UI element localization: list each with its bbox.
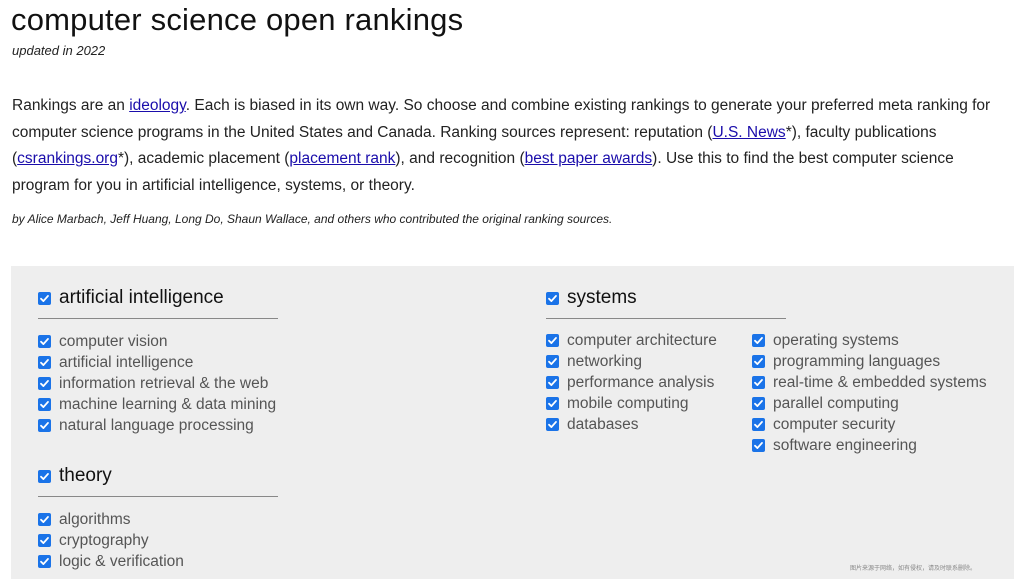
subarea-item[interactable]: artificial intelligence — [38, 352, 278, 373]
area-group-theory: theory algorithms cryptography logic & ver… — [38, 462, 278, 572]
checkbox-icon[interactable] — [38, 356, 51, 369]
subarea-item[interactable]: logic & verification — [38, 551, 278, 572]
checkbox-icon[interactable] — [546, 418, 559, 431]
checkbox-icon[interactable] — [752, 439, 765, 452]
subarea-item[interactable]: software engineering — [752, 435, 987, 456]
subarea-label: algorithms — [59, 510, 131, 528]
us-news-link[interactable]: U.S. News — [712, 124, 785, 141]
subarea-label: databases — [567, 415, 639, 433]
area-selection-panel: artificial intelligence computer vision a… — [11, 266, 1014, 579]
subarea-item[interactable]: databases — [546, 414, 717, 435]
checkbox-icon[interactable] — [752, 334, 765, 347]
subarea-label: machine learning & data mining — [59, 395, 277, 413]
checkbox-icon[interactable] — [752, 376, 765, 389]
subarea-item[interactable]: computer architecture — [546, 330, 717, 351]
subarea-label: computer security — [773, 415, 896, 433]
checkbox-icon[interactable] — [546, 376, 559, 389]
checkbox-icon[interactable] — [752, 355, 765, 368]
subarea-item[interactable]: computer security — [752, 414, 987, 435]
area-header-systems[interactable]: systems — [546, 284, 786, 319]
updated-note: updated in 2022 — [12, 43, 106, 58]
checkbox-icon[interactable] — [38, 534, 51, 547]
checkbox-icon[interactable] — [38, 377, 51, 390]
subarea-list-systems-col1: computer architecture networking performan… — [546, 330, 717, 435]
checkbox-icon[interactable] — [38, 335, 51, 348]
subarea-label: artificial intelligence — [59, 353, 194, 371]
subarea-list-theory: algorithms cryptography logic & verificati… — [38, 509, 278, 572]
subarea-item[interactable]: programming languages — [752, 351, 987, 372]
placement-rank-link[interactable]: placement rank — [289, 150, 395, 167]
area-label: artificial intelligence — [59, 287, 224, 308]
subarea-label: computer architecture — [567, 331, 717, 349]
area-header-theory[interactable]: theory — [38, 462, 278, 497]
page-title: computer science open rankings — [11, 2, 464, 37]
ideology-link[interactable]: ideology — [129, 97, 186, 114]
subarea-item[interactable]: parallel computing — [752, 393, 987, 414]
checkbox-icon[interactable] — [546, 291, 559, 305]
subarea-label: programming languages — [773, 352, 941, 370]
area-group-ai: artificial intelligence computer vision a… — [38, 284, 278, 436]
checkbox-icon[interactable] — [752, 397, 765, 410]
subarea-label: operating systems — [773, 331, 899, 349]
csrankings-link[interactable]: csrankings.org — [17, 150, 118, 167]
checkbox-icon[interactable] — [38, 398, 51, 411]
subarea-item[interactable]: operating systems — [752, 330, 987, 351]
subarea-label: software engineering — [773, 436, 917, 454]
subarea-item[interactable]: real-time & embedded systems — [752, 372, 987, 393]
subarea-label: cryptography — [59, 531, 149, 549]
subarea-item[interactable]: algorithms — [38, 509, 278, 530]
checkbox-icon[interactable] — [752, 418, 765, 431]
best-paper-awards-link[interactable]: best paper awards — [525, 150, 653, 167]
subarea-item[interactable]: mobile computing — [546, 393, 717, 414]
checkbox-icon[interactable] — [546, 334, 559, 347]
intro-text: *), academic placement ( — [117, 150, 290, 167]
subarea-item[interactable]: performance analysis — [546, 372, 717, 393]
subarea-item[interactable]: computer vision — [38, 331, 278, 352]
intro-text: ), and recognition ( — [395, 150, 525, 167]
authors-credit: by Alice Marbach, Jeff Huang, Long Do, S… — [12, 212, 613, 226]
subarea-label: computer vision — [59, 332, 168, 350]
subarea-item[interactable]: natural language processing — [38, 415, 278, 436]
watermark-text: 图片来源于网络，如有侵权，请及时联系删除。 — [849, 566, 976, 572]
subarea-list-systems-col2: operating systems programming languages re… — [752, 330, 987, 456]
subarea-item[interactable]: networking — [546, 351, 717, 372]
area-label: theory — [59, 465, 112, 486]
area-header-ai[interactable]: artificial intelligence — [38, 284, 278, 319]
checkbox-icon[interactable] — [38, 513, 51, 526]
subarea-label: information retrieval & the web — [59, 374, 269, 392]
checkbox-icon[interactable] — [546, 355, 559, 368]
subarea-label: natural language processing — [59, 416, 254, 434]
subarea-item[interactable]: cryptography — [38, 530, 278, 551]
area-group-systems: systems — [546, 284, 786, 319]
checkbox-icon[interactable] — [546, 397, 559, 410]
subarea-label: logic & verification — [59, 552, 184, 570]
checkbox-icon[interactable] — [38, 291, 51, 305]
checkbox-icon[interactable] — [38, 555, 51, 568]
intro-text: Rankings are an — [12, 97, 130, 114]
intro-paragraph: Rankings are an ideology. Each is biased… — [12, 93, 1002, 199]
subarea-label: performance analysis — [567, 373, 715, 391]
checkbox-icon[interactable] — [38, 419, 51, 432]
subarea-list-ai: computer vision artificial intelligence in… — [38, 331, 278, 436]
subarea-label: real-time & embedded systems — [773, 373, 987, 391]
subarea-label: parallel computing — [773, 394, 899, 412]
checkbox-icon[interactable] — [38, 469, 51, 483]
subarea-item[interactable]: machine learning & data mining — [38, 394, 278, 415]
subarea-label: mobile computing — [567, 394, 689, 412]
area-label: systems — [567, 287, 637, 308]
subarea-item[interactable]: information retrieval & the web — [38, 373, 278, 394]
subarea-label: networking — [567, 352, 642, 370]
